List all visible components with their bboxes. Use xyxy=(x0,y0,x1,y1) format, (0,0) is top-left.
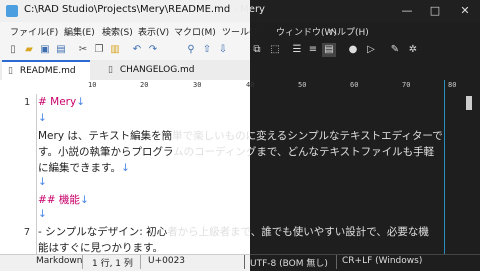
status-char-code: U+0023 xyxy=(148,256,186,266)
editor-text: 単で楽しいものに変えるシンプルなテキストエディターで xyxy=(172,130,443,142)
heading-text: # Mery xyxy=(38,96,77,108)
app-icon xyxy=(6,5,18,17)
editor-text: に編集できます。 xyxy=(38,162,121,174)
editor-line: Mery は、テキスト編集を簡単で楽しいものに変えるシンプルなテキストエディター… xyxy=(38,128,443,143)
tab-changelog[interactable]: ▯ CHANGELOG.md xyxy=(102,60,202,80)
newline-mark: ↓ xyxy=(76,96,85,108)
editor-line: - シンプルなデザイン: 初心者から上級者まで、誰でも使いやすい設計で、必要な機 xyxy=(38,224,429,239)
title-bar: C:\RAD Studio\Projects\Mery\README.md - … xyxy=(0,0,480,22)
menu-edit[interactable]: 編集(E) xyxy=(64,25,95,38)
menu-macro[interactable]: マクロ(M) xyxy=(174,25,216,38)
record-macro-icon[interactable]: ● xyxy=(346,43,360,57)
pin-icon[interactable]: ✎ xyxy=(388,43,402,57)
run-macro-icon[interactable]: ▷ xyxy=(364,43,378,57)
paste-icon[interactable]: ▥ xyxy=(108,43,122,57)
tab-readme-label: README.md xyxy=(19,66,76,76)
menu-bar: ファイル(F) 編集(E) 検索(S) 表示(V) マクロ(M) ツール(T) … xyxy=(0,22,480,40)
window-title-app: - Mery xyxy=(230,4,265,15)
wrap-none-icon[interactable]: ☰ xyxy=(290,43,304,57)
editor-text: す。小説の執筆からプログラ xyxy=(38,146,174,158)
mark-icon[interactable]: ⬚ xyxy=(268,43,282,57)
editor-line: ↓ xyxy=(38,112,47,124)
ruler-label: 40 xyxy=(246,81,255,89)
tab-bar: ▯ README.md ▯ CHANGELOG.md xyxy=(0,60,480,82)
undo-icon[interactable]: ↶ xyxy=(130,43,144,57)
newline-mark: ↓ xyxy=(38,208,47,220)
wrap-window-icon[interactable]: ≡ xyxy=(306,43,320,57)
ruler: 10 20 30 40 50 60 70 80 xyxy=(0,80,480,95)
find-icon[interactable]: ⚲ xyxy=(184,43,198,57)
editor-text: ムのコーディングまで、どんなテキストファイルも手軽 xyxy=(173,146,435,158)
editor-text: Mery は、テキスト編集を簡 xyxy=(38,130,173,142)
ruler-label: 30 xyxy=(193,81,202,89)
status-bar: Markdown 1 行, 1 列 U+0023 UTF-8 (BOM 無し) … xyxy=(0,254,480,271)
editor-line: に編集できます。↓ xyxy=(38,160,130,175)
window-title-path: C:\RAD Studio\Projects\Mery\README.md xyxy=(24,4,231,15)
new-file-icon[interactable]: ▯ xyxy=(6,43,20,57)
editor-line: 能はすぐに見つかります。 xyxy=(38,240,163,255)
heading-text: ## 機能 xyxy=(38,194,80,206)
line-number: 1 xyxy=(23,97,30,108)
scrollbar-thumb[interactable] xyxy=(466,96,472,110)
vertical-scrollbar[interactable] xyxy=(462,94,476,254)
copy-icon[interactable]: ❐ xyxy=(92,43,106,57)
newline-mark: ↓ xyxy=(38,176,47,188)
text-editor[interactable]: 1 7 # Mery↓ ↓ Mery は、テキスト編集を簡単で楽しいものに変える… xyxy=(0,94,480,254)
ruler-label: 80 xyxy=(448,81,457,89)
window-title: C:\RAD Studio\Projects\Mery\README.md - … xyxy=(24,4,265,15)
status-syntax-mode[interactable]: Markdown xyxy=(36,256,82,266)
tab-changelog-label: CHANGELOG.md xyxy=(119,65,195,75)
editor-line: ↓ xyxy=(38,208,47,220)
ruler-label: 10 xyxy=(88,81,97,89)
redo-icon[interactable]: ↷ xyxy=(146,43,160,57)
find-up-icon[interactable]: ⇧ xyxy=(200,43,214,57)
status-cursor-position: 1 行, 1 列 xyxy=(92,259,133,269)
line-number-gutter: 1 7 xyxy=(0,94,37,254)
open-folder-icon[interactable]: ▰ xyxy=(22,43,36,57)
editor-line: す。小説の執筆からプログラムのコーディングまで、どんなテキストファイルも手軽 xyxy=(38,144,434,159)
replace-icon[interactable]: ⧉ xyxy=(250,43,264,57)
menu-tools[interactable]: ツール(T) xyxy=(222,25,262,38)
editor-line: ## 機能↓ xyxy=(38,192,89,207)
editor-text: 者から上級者まで、誰でも使いやすい設計で、必要な機 xyxy=(167,226,429,238)
newline-mark: ↓ xyxy=(120,162,130,174)
find-down-icon[interactable]: ⇩ xyxy=(216,43,230,57)
status-encoding[interactable]: UTF-8 (BOM 無し) xyxy=(250,256,328,269)
editor-line: ↓ xyxy=(38,176,47,188)
ruler-label: 60 xyxy=(350,81,359,89)
menu-search[interactable]: 検索(S) xyxy=(102,25,133,38)
ruler-label: 50 xyxy=(298,81,307,89)
menu-help[interactable]: ヘルプ(H) xyxy=(328,25,369,38)
newline-mark: ↓ xyxy=(38,112,47,124)
menu-view[interactable]: 表示(V) xyxy=(138,25,169,38)
file-icon: ▯ xyxy=(8,66,13,76)
save-all-icon[interactable]: ▤ xyxy=(54,43,68,57)
editor-text: - シンプルなデザイン: 初心 xyxy=(38,226,168,238)
save-icon[interactable]: ▣ xyxy=(38,43,52,57)
file-icon: ▯ xyxy=(108,65,113,75)
tab-readme[interactable]: ▯ README.md xyxy=(2,60,90,82)
ruler-label: 70 xyxy=(402,81,411,89)
close-button[interactable]: ✕ xyxy=(450,0,480,22)
settings-icon[interactable]: ✲ xyxy=(406,43,420,57)
minimize-button[interactable]: — xyxy=(392,0,422,22)
cut-icon[interactable]: ✂ xyxy=(76,43,90,57)
menu-file[interactable]: ファイル(F) xyxy=(10,25,58,38)
wrap-guide-line xyxy=(444,80,445,254)
newline-mark: ↓ xyxy=(79,194,89,206)
maximize-button[interactable]: □ xyxy=(420,0,450,22)
wrap-ruler-icon[interactable]: ▤ xyxy=(322,43,336,57)
ruler-label: 20 xyxy=(140,81,149,89)
toolbar: ▯ ▰ ▣ ▤ ✂ ❐ ▥ ↶ ↷ ⚲ ⇧ ⇩ ⧉ ⬚ ☰ ≡ ▤ ● ▷ ✎ … xyxy=(0,40,480,60)
status-line-ending[interactable]: CR+LF (Windows) xyxy=(342,256,422,266)
line-number: 7 xyxy=(23,227,30,238)
editor-text: 能はすぐに見つかります。 xyxy=(38,242,163,254)
editor-line: # Mery↓ xyxy=(38,96,85,108)
